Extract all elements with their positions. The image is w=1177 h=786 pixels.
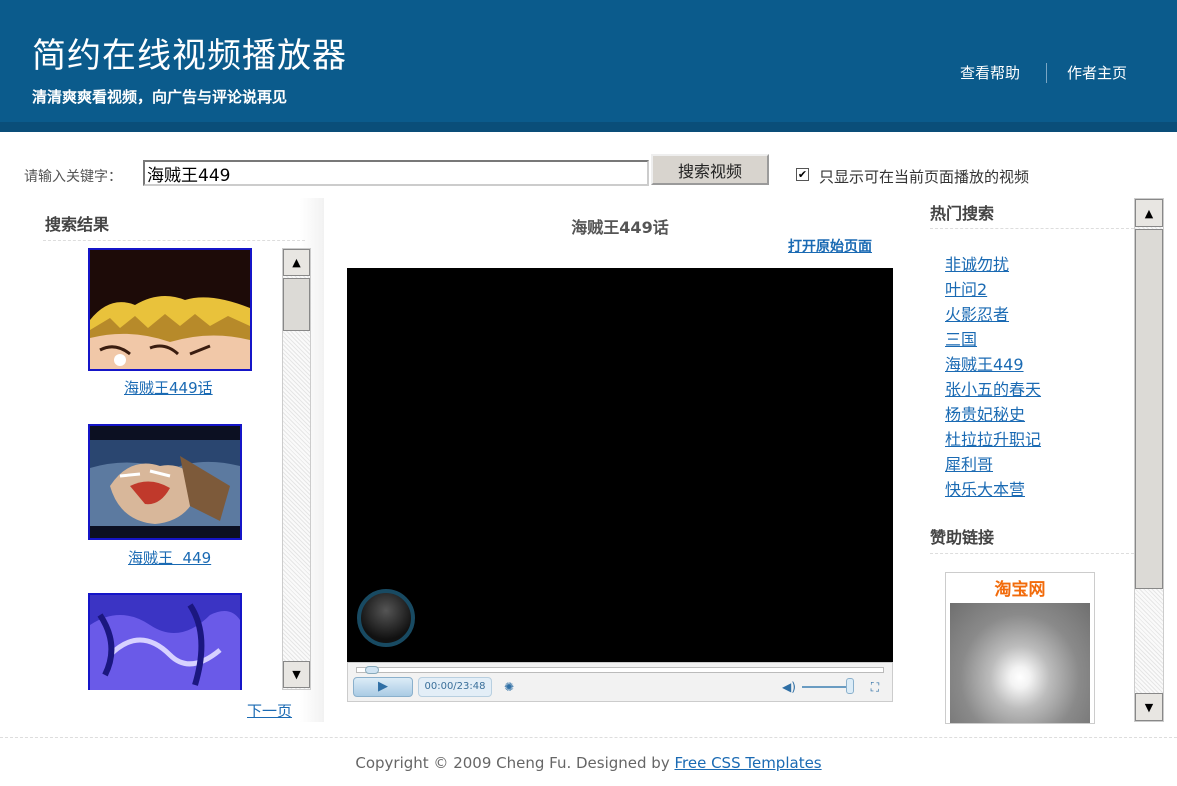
hot-search-item[interactable]: 犀利哥: [945, 451, 993, 475]
open-original-link[interactable]: 打开原始页面: [788, 236, 872, 256]
sponsor-title: 赞助链接: [930, 528, 995, 547]
play-icon: ▶: [378, 679, 388, 694]
hot-search-item[interactable]: 叶问2: [945, 276, 987, 300]
footer-copyright: Copyright © 2009 Cheng Fu. Designed by: [355, 754, 675, 772]
player-controls: ▶ 00:00/23:48 ✺ ◀) ⛶: [347, 662, 893, 702]
scroll-down-button[interactable]: ▼: [283, 661, 310, 688]
header-strip: [0, 122, 1177, 132]
hot-search-item[interactable]: 杜拉拉升职记: [945, 426, 1041, 450]
hot-search-item[interactable]: 张小五的春天: [945, 376, 1041, 400]
page-scroll-up-button[interactable]: ▲: [1135, 199, 1163, 227]
result-link-2[interactable]: 海贼王 449: [128, 547, 211, 568]
purple-scene-image: [90, 595, 240, 690]
seek-bar[interactable]: [356, 666, 884, 674]
results-scrollbar[interactable]: ▲ ▼: [282, 248, 311, 690]
hot-search-item[interactable]: 杨贵妃秘史: [945, 401, 1025, 425]
results-title: 搜索结果: [45, 215, 110, 234]
volume-handle[interactable]: [846, 678, 854, 694]
footer-templates-link[interactable]: Free CSS Templates: [674, 754, 821, 772]
taobao-logo: 淘宝网: [994, 580, 1046, 600]
hot-search-item[interactable]: 快乐大本营: [945, 476, 1025, 500]
page-scroll-thumb[interactable]: [1135, 229, 1163, 589]
hot-divider: [930, 228, 1134, 229]
sponsor-ad[interactable]: 淘宝网: [945, 572, 1095, 724]
footer-divider: [0, 737, 1177, 738]
result-thumbnail-3[interactable]: [88, 593, 242, 690]
volume-icon[interactable]: ◀): [778, 677, 800, 697]
top-nav: 查看帮助 作者主页: [960, 62, 1127, 83]
anime-scene-image: [90, 426, 240, 538]
result-link-1[interactable]: 海贼王449话: [124, 377, 213, 398]
play-button[interactable]: ▶: [353, 677, 413, 697]
page-scrollbar[interactable]: ▲ ▼: [1134, 198, 1164, 722]
site-subtitle: 清清爽爽看视频，向广告与评论说再见: [32, 88, 288, 106]
scroll-up-button[interactable]: ▲: [283, 249, 310, 276]
search-label: 请输入关键字：: [24, 169, 122, 185]
scroll-thumb[interactable]: [283, 278, 310, 331]
seek-handle[interactable]: [365, 666, 379, 674]
hot-search-item[interactable]: 海贼王449: [945, 351, 1024, 375]
time-display: 00:00/23:48: [418, 677, 492, 697]
video-player[interactable]: [347, 268, 893, 662]
result-thumbnail-1[interactable]: [88, 248, 252, 371]
straw-hat-image: [90, 250, 250, 369]
hot-search-item[interactable]: 火影忍者: [945, 301, 1009, 325]
playable-only-checkbox[interactable]: ✔: [796, 168, 809, 181]
settings-icon[interactable]: ✺: [498, 677, 520, 697]
site-title: 简约在线视频播放器: [32, 36, 347, 76]
page-scroll-down-button[interactable]: ▼: [1135, 693, 1163, 721]
video-title: 海贼王449话: [571, 218, 669, 237]
search-input[interactable]: [143, 160, 649, 186]
loading-spinner-icon: [357, 589, 415, 647]
results-divider: [43, 240, 305, 241]
hot-search-title: 热门搜索: [930, 204, 995, 223]
hot-search-item[interactable]: 三国: [945, 326, 977, 350]
playable-only-label[interactable]: 只显示可在当前页面播放的视频: [819, 166, 1029, 187]
nav-help-link[interactable]: 查看帮助: [960, 62, 1020, 83]
sponsor-divider: [930, 553, 1134, 554]
nav-divider: [1045, 62, 1047, 83]
footer: Copyright © 2009 Cheng Fu. Designed by F…: [0, 754, 1177, 772]
site-header: 简约在线视频播放器 清清爽爽看视频，向广告与评论说再见 查看帮助 作者主页: [0, 0, 1177, 122]
results-next-page[interactable]: 下一页: [247, 700, 292, 721]
nav-author-link[interactable]: 作者主页: [1067, 62, 1127, 83]
fullscreen-icon[interactable]: ⛶: [864, 677, 886, 697]
ceiling-lamp-image: [950, 603, 1090, 723]
result-thumbnail-2[interactable]: [88, 424, 242, 540]
hot-search-item[interactable]: 非诚勿扰: [945, 251, 1009, 275]
search-button[interactable]: 搜索视频: [651, 154, 769, 185]
